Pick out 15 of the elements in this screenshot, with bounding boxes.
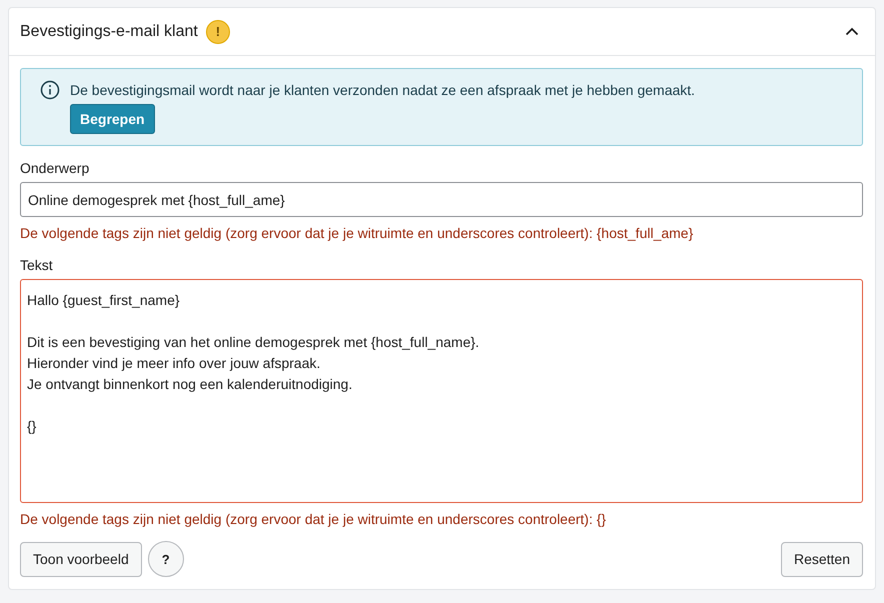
notice-text: De bevestigingsmail wordt naar je klanten verzonden nadat ze een afspraak met je hebben gemaakt.	[70, 82, 695, 98]
reset-button[interactable]: Resetten	[780, 542, 863, 576]
help-button[interactable]: ?	[148, 541, 184, 577]
field-label: Tekst	[20, 257, 54, 273]
field-label: Onderwerp	[20, 160, 90, 176]
error-message: De volgende tags zijn niet geldig (zorg ervoor dat je je witruimte en underscores controleert): {}	[20, 511, 607, 527]
info-icon	[40, 80, 60, 100]
panel-title: Bevestigings-e-mail klant	[20, 22, 198, 40]
message-field[interactable]: Hallo {guest_first_name} Dit is een bevestiging van het online demogesprek met {host_full_name}. Hieronder vind je meer info over jouw afspraak. Je ontvangt binnenkort nog een kalenderuitnodiging. {}	[20, 279, 863, 503]
got-it-button[interactable]: Begrepen	[70, 104, 155, 134]
subject-field[interactable]: Online demogesprek met {host_full_ame}	[20, 182, 863, 217]
error-message: De volgende tags zijn niet geldig (zorg ervoor dat je je witruimte en underscores controleert): {host_full_ame}	[20, 225, 694, 241]
warning-badge: !	[206, 20, 230, 44]
chevron-icon	[845, 27, 859, 36]
preview-button[interactable]: Toon voorbeeld	[20, 542, 142, 576]
